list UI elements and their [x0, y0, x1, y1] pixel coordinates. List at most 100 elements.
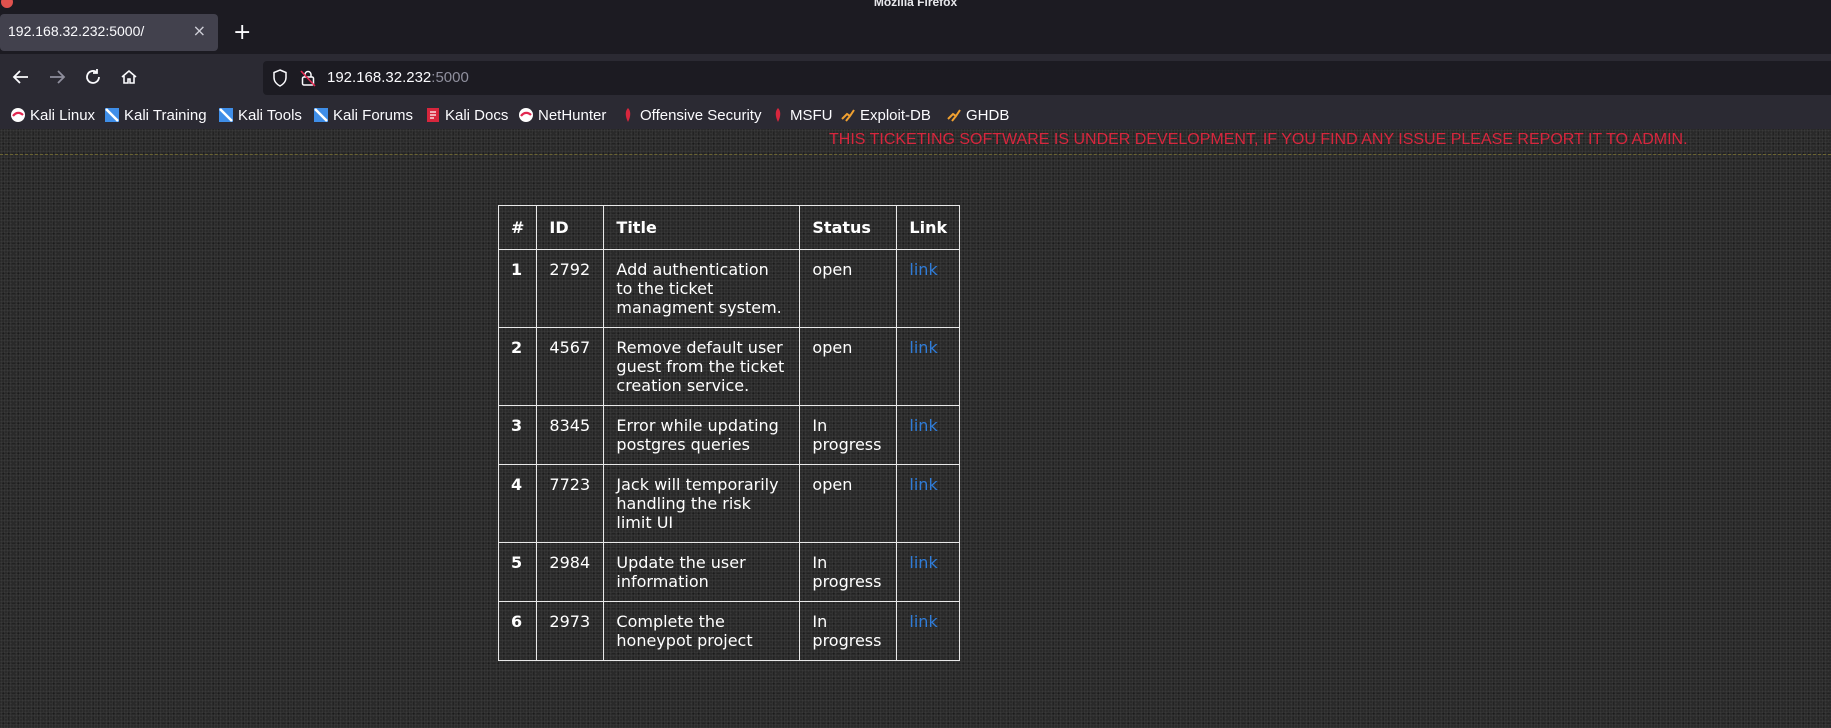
cell-link: link [896, 249, 961, 328]
cell-status: In progress [799, 601, 898, 661]
reload-icon[interactable] [82, 66, 104, 88]
cell-title: Jack will temporarily handling the risk … [603, 464, 801, 543]
cell-title: Add authentication to the ticket managme… [603, 249, 801, 328]
table-row: 4 7723 Jack will temporarily handling th… [497, 464, 961, 543]
url-bar[interactable]: 192.168.32.232:5000 [263, 61, 1831, 95]
table-row: 3 8345 Error while updating postgres que… [497, 405, 961, 465]
exploitdb-icon [840, 107, 856, 123]
tab-active[interactable]: 192.168.32.232:5000/ × [0, 14, 218, 51]
cell-link: link [896, 327, 961, 406]
cell-num: 4 [497, 464, 538, 543]
cell-id: 2973 [536, 601, 605, 661]
cell-status: open [799, 327, 898, 406]
nethunter-icon [518, 107, 534, 123]
cell-num: 3 [497, 405, 538, 465]
msfu-icon [770, 107, 786, 123]
cell-num: 1 [497, 249, 538, 328]
table-header-row: # ID Title Status Link [497, 205, 961, 250]
home-icon[interactable] [118, 66, 140, 88]
url-text[interactable]: 192.168.32.232:5000 [327, 69, 469, 86]
header-id: ID [536, 205, 605, 250]
bookmark-exploit-db[interactable]: Exploit-DB [840, 105, 931, 125]
bookmark-label: Exploit-DB [860, 106, 931, 124]
cell-link: link [896, 464, 961, 543]
cell-num: 2 [497, 327, 538, 406]
url-port: :5000 [431, 69, 469, 86]
table-row: 5 2984 Update the user information In pr… [497, 542, 961, 602]
cell-num: 5 [497, 542, 538, 602]
dev-warning-banner: THIS TICKETING SOFTWARE IS UNDER DEVELOP… [829, 131, 1688, 148]
header-num: # [497, 205, 538, 250]
bookmark-ghdb[interactable]: GHDB [946, 105, 1009, 125]
bookmarks-toolbar: Kali Linux Kali Training Kali Tools Kali… [0, 102, 1831, 129]
bookmark-kali-training[interactable]: Kali Training [104, 105, 207, 125]
header-status: Status [799, 205, 898, 250]
insecure-lock-icon[interactable] [300, 69, 316, 91]
ticket-link[interactable]: link [909, 553, 937, 572]
cell-link: link [896, 601, 961, 661]
cell-status: In progress [799, 405, 898, 465]
header-link: Link [896, 205, 961, 250]
window-title: Mozilla Firefox [873, 0, 958, 9]
banner-divider [0, 154, 1831, 155]
tab-title: 192.168.32.232:5000/ [8, 23, 145, 39]
new-tab-button[interactable]: + [233, 22, 251, 44]
cell-id: 4567 [536, 327, 605, 406]
bookmark-label: Kali Tools [238, 106, 302, 124]
back-arrow-icon[interactable] [10, 66, 32, 88]
bookmark-label: Kali Training [124, 106, 207, 124]
bookmark-offensive-security[interactable]: Offensive Security [620, 105, 761, 125]
kali-tools-icon [218, 107, 234, 123]
cell-title: Update the user information [603, 542, 801, 602]
bookmark-msfu[interactable]: MSFU [770, 105, 833, 125]
cell-status: open [799, 249, 898, 328]
cell-title: Complete the honeypot project [603, 601, 801, 661]
kali-training-icon [104, 107, 120, 123]
bookmark-label: Offensive Security [640, 106, 762, 124]
bookmark-label: GHDB [966, 106, 1010, 124]
cell-id: 7723 [536, 464, 605, 543]
forward-arrow-icon[interactable] [46, 66, 68, 88]
kali-forums-icon [313, 107, 329, 123]
cell-status: In progress [799, 542, 898, 602]
bookmark-label: Kali Linux [30, 106, 96, 124]
bookmark-nethunter[interactable]: NetHunter [518, 105, 606, 125]
table-row: 6 2973 Complete the honeypot project In … [497, 601, 961, 661]
shield-icon[interactable] [272, 69, 288, 91]
cell-id: 2984 [536, 542, 605, 602]
nav-bar: 192.168.32.232:5000 [0, 54, 1831, 102]
cell-id: 2792 [536, 249, 605, 328]
tab-close-icon[interactable]: × [193, 22, 206, 40]
bookmark-kali-tools[interactable]: Kali Tools [218, 105, 302, 125]
ticket-link[interactable]: link [909, 416, 937, 435]
ticket-link[interactable]: link [909, 338, 937, 357]
kali-docs-icon [425, 107, 441, 123]
bookmark-kali-docs[interactable]: Kali Docs [425, 105, 508, 125]
table-row: 2 4567 Remove default user guest from th… [497, 327, 961, 406]
bookmark-label: MSFU [790, 106, 833, 124]
tab-strip: 192.168.32.232:5000/ × + [0, 10, 1831, 54]
cell-num: 6 [497, 601, 538, 661]
cell-link: link [896, 405, 961, 465]
offsec-icon [620, 107, 636, 123]
ghdb-icon [946, 107, 962, 123]
bookmark-label: NetHunter [538, 106, 607, 124]
ticket-link[interactable]: link [909, 260, 937, 279]
url-host: 192.168.32.232 [327, 69, 432, 86]
table-row: 1 2792 Add authentication to the ticket … [497, 249, 961, 328]
bookmark-kali-linux[interactable]: Kali Linux [10, 105, 95, 125]
bookmark-label: Kali Docs [445, 106, 509, 124]
header-title: Title [603, 205, 801, 250]
cell-title: Error while updating postgres queries [603, 405, 801, 465]
ticket-link[interactable]: link [909, 475, 937, 494]
ticket-link[interactable]: link [909, 612, 937, 631]
cell-title: Remove default user guest from the ticke… [603, 327, 801, 406]
bookmark-kali-forums[interactable]: Kali Forums [313, 105, 413, 125]
kali-dragon-icon [10, 107, 26, 123]
tickets-table: # ID Title Status Link 1 2792 Add authen… [497, 205, 961, 661]
cell-link: link [896, 542, 961, 602]
cell-id: 8345 [536, 405, 605, 465]
bookmark-label: Kali Forums [333, 106, 414, 124]
page-content: THIS TICKETING SOFTWARE IS UNDER DEVELOP… [0, 129, 1831, 728]
window-titlebar: Mozilla Firefox [0, 0, 1831, 10]
